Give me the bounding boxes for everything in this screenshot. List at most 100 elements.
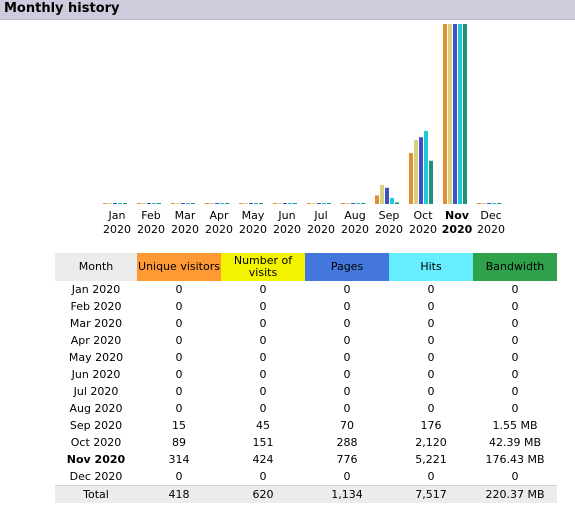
cell-month: Jun 2020 <box>71 368 121 381</box>
bar-unique-jan <box>103 203 107 204</box>
table-row: Apr 2020 0 0 0 0 0 <box>55 332 557 349</box>
cell-bandwidth: 0 <box>511 470 519 483</box>
x-tick-month-label: Aug <box>344 209 365 222</box>
bar-visits-oct <box>414 139 418 204</box>
cell-pages: 0 <box>343 402 351 415</box>
cell-unique-visitors: 314 <box>168 453 190 466</box>
bar-bandwidth-oct <box>429 160 433 204</box>
bar-visits-apr <box>210 203 214 204</box>
cell-unique-visitors: 0 <box>175 300 183 313</box>
cell-total-unique-visitors: 418 <box>137 485 221 503</box>
bar-visits-feb <box>142 203 146 204</box>
table-row: Mar 2020 0 0 0 0 0 <box>55 315 557 332</box>
cell-bandwidth: 0 <box>511 334 519 347</box>
monthly-stats-table: Month Unique visitors Number of visits P… <box>55 253 557 503</box>
table-row: May 2020 0 0 0 0 0 <box>55 349 557 366</box>
bar-visits-jun <box>278 203 282 204</box>
bar-hits-sep <box>390 197 394 204</box>
cell-number-of-visits: 424 <box>252 453 274 466</box>
cell-pages: 288 <box>336 436 358 449</box>
x-tick-month-label: Jul <box>313 209 327 222</box>
column-header-bandwidth: Bandwidth <box>473 253 557 281</box>
cell-month: Feb 2020 <box>70 300 122 313</box>
cell-pages: 0 <box>343 470 351 483</box>
cell-number-of-visits: 0 <box>259 300 267 313</box>
cell-pages: 0 <box>343 300 351 313</box>
x-tick-month-label: Jun <box>277 209 295 222</box>
bar-hits-aug <box>356 203 360 204</box>
cell-bandwidth: 0 <box>511 283 519 296</box>
bar-pages-may <box>249 203 253 204</box>
bar-unique-oct <box>409 152 413 204</box>
cell-unique-visitors: 0 <box>175 470 183 483</box>
column-header-unique-visitors: Unique visitors <box>137 253 221 281</box>
cell-unique-visitors: 0 <box>175 368 183 381</box>
section-header: Monthly history <box>0 0 575 20</box>
bar-bandwidth-may <box>259 203 263 204</box>
cell-unique-visitors: 15 <box>172 419 186 432</box>
x-tick-year-label: 2020 <box>205 223 233 236</box>
cell-total-pages: 1,134 <box>305 485 389 503</box>
x-tick-year-label: 2020 <box>273 223 301 236</box>
x-tick-year-label: 2020 <box>341 223 369 236</box>
bar-unique-dec <box>477 203 481 204</box>
cell-hits: 0 <box>427 470 435 483</box>
cell-unique-visitors: 0 <box>175 351 183 364</box>
bar-bandwidth-feb <box>157 203 161 204</box>
x-tick-month-label: Dec <box>480 209 501 222</box>
bar-hits-apr <box>220 203 224 204</box>
bar-unique-sep <box>375 195 379 204</box>
cell-bandwidth: 0 <box>511 402 519 415</box>
column-header-hits: Hits <box>389 253 473 281</box>
column-header-month: Month <box>55 253 137 281</box>
cell-pages: 70 <box>340 419 354 432</box>
cell-month: May 2020 <box>68 351 124 364</box>
bar-bandwidth-aug <box>361 203 365 204</box>
bar-unique-aug <box>341 203 345 204</box>
bar-visits-may <box>244 203 248 204</box>
cell-hits: 5,221 <box>415 453 447 466</box>
bar-unique-feb <box>137 203 141 204</box>
cell-hits: 176 <box>420 419 442 432</box>
cell-bandwidth: 1.55 MB <box>492 419 538 432</box>
x-tick-year-label: 2020 <box>375 223 403 236</box>
cell-number-of-visits: 0 <box>259 385 267 398</box>
bar-hits-may <box>254 203 258 204</box>
table-row: Jan 2020 0 0 0 0 0 <box>55 281 557 298</box>
column-header-pages: Pages <box>305 253 389 281</box>
cell-hits: 2,120 <box>415 436 447 449</box>
bar-pages-oct <box>419 137 423 204</box>
cell-month: Dec 2020 <box>69 470 123 483</box>
cell-unique-visitors: 0 <box>175 385 183 398</box>
cell-month: Sep 2020 <box>69 419 123 432</box>
bar-visits-aug <box>346 203 350 204</box>
cell-unique-visitors: 0 <box>175 283 183 296</box>
cell-number-of-visits: 0 <box>259 402 267 415</box>
x-tick-month-label: Mar <box>175 209 196 222</box>
table-row: Sep 2020 15 45 70 176 1.55 MB <box>55 417 557 434</box>
bar-visits-sep <box>380 184 384 204</box>
cell-number-of-visits: 151 <box>252 436 274 449</box>
bar-unique-jun <box>273 203 277 204</box>
cell-pages: 776 <box>336 453 358 466</box>
cell-hits: 0 <box>427 334 435 347</box>
cell-hits: 0 <box>427 283 435 296</box>
bar-pages-jun <box>283 203 287 204</box>
table-total-row: Total 418 620 1,134 7,517 220.37 MB <box>55 485 557 503</box>
bar-pages-sep <box>385 187 389 204</box>
x-tick-month-label: May <box>242 209 265 222</box>
table-row: Feb 2020 0 0 0 0 0 <box>55 298 557 315</box>
x-tick-month-label: Oct <box>413 209 433 222</box>
bar-hits-jun <box>288 203 292 204</box>
bar-pages-nov <box>453 24 457 204</box>
table-header-row: Month Unique visitors Number of visits P… <box>55 253 557 281</box>
cell-pages: 0 <box>343 283 351 296</box>
x-tick-year-label: 2020 <box>307 223 335 236</box>
cell-hits: 0 <box>427 385 435 398</box>
bar-pages-dec <box>487 203 491 204</box>
cell-total-hits: 7,517 <box>389 485 473 503</box>
x-tick-month-label: Sep <box>379 209 400 222</box>
x-tick-year-label: 2020 <box>477 223 505 236</box>
bar-hits-feb <box>152 203 156 204</box>
cell-hits: 0 <box>427 351 435 364</box>
